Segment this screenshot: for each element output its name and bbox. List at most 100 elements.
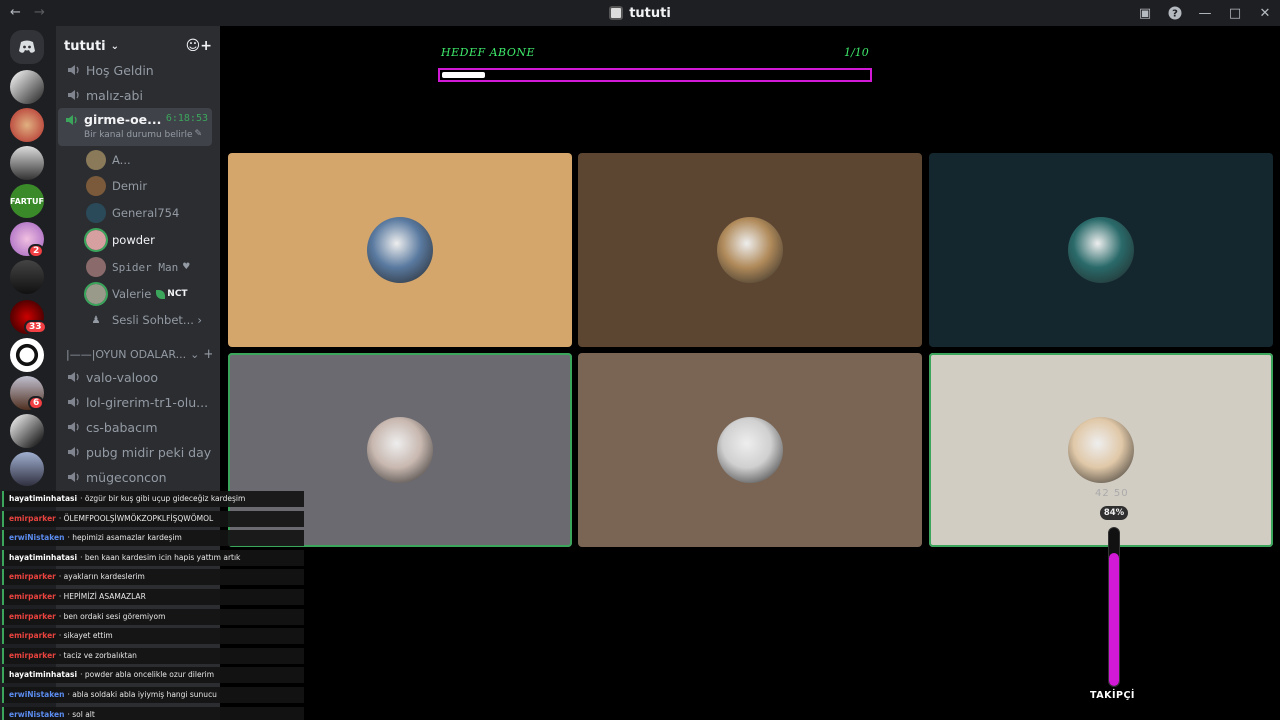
goal-progress-bar: [438, 68, 872, 82]
chat-text: powder abla oncelikle ozur dilerim: [84, 670, 215, 680]
speaker-icon: [68, 90, 79, 100]
server-badge-7: 33: [24, 320, 47, 334]
member-name: Valerie: [112, 287, 152, 301]
title-bar: ← → tututi ▣ ? — □ ✕: [0, 0, 1280, 26]
avatar: [1068, 417, 1134, 483]
window-title-text: tututi: [629, 5, 671, 21]
channel-label: valo-valooo: [86, 369, 159, 385]
chevron-right-icon: ›: [197, 313, 202, 327]
chat-message: emirparker · ayakların kardeslerim: [2, 569, 304, 586]
chat-text: ÖLEMFPOOLŞİWMÖKZOPKLFİŞQWÖMOL: [63, 513, 214, 523]
chat-message: emirparker · HEPİMİZİ ASAMAZLAR: [2, 589, 304, 605]
video-tile[interactable]: [578, 353, 922, 547]
close-icon[interactable]: ✕: [1250, 0, 1280, 26]
voice-channel-game[interactable]: cs-babacım: [60, 415, 212, 439]
voice-member[interactable]: Spider Man ♥: [86, 255, 216, 279]
voice-member[interactable]: powder: [84, 228, 216, 252]
server-badge-9: 6: [28, 396, 45, 410]
chat-username: hayatiminhatasi: [9, 670, 78, 680]
video-tile[interactable]: [228, 153, 572, 347]
maximize-icon[interactable]: □: [1220, 0, 1250, 26]
server-icon-3[interactable]: [10, 146, 44, 180]
voice-member[interactable]: A...: [86, 148, 216, 172]
member-name: powder: [112, 233, 155, 247]
server-icon-8[interactable]: [10, 338, 44, 372]
member-name: Spider Man: [112, 260, 179, 274]
speaker-icon: [68, 472, 79, 482]
member-name: General754: [112, 206, 180, 220]
voice-channel-game[interactable]: lol-girerim-tr1-olu...: [60, 390, 212, 414]
goal-progress-fill: [442, 72, 485, 78]
voice-channel-hos-geldin[interactable]: Hoş Geldin: [60, 58, 212, 82]
window-title: tututi: [0, 0, 1280, 26]
avatar: [717, 417, 783, 483]
minimize-icon[interactable]: —: [1190, 0, 1220, 26]
chat-message: hayatiminhatasi · ben kaan kardesim icin …: [2, 549, 304, 566]
channel-label: lol-girerim-tr1-olu...: [86, 394, 209, 410]
chat-text: sikayet ettim: [63, 631, 113, 641]
video-tile[interactable]: [578, 153, 922, 347]
member-tag: NCT: [167, 289, 188, 299]
speaker-icon: [68, 397, 79, 407]
server-icon-4[interactable]: FARTUF: [10, 184, 44, 218]
speaker-icon: [68, 447, 79, 457]
server-icon-2[interactable]: [10, 108, 44, 142]
channel-label: mügeconcon: [86, 469, 167, 485]
follower-numbers: 42 50: [1095, 488, 1129, 499]
chat-message: emirparker · ÖLEMFPOOLŞİWMÖKZOPKLFİŞQWÖMO…: [2, 510, 304, 527]
add-member-icon[interactable]: ☺+: [186, 38, 212, 54]
follower-label: TAKİPÇİ: [1090, 690, 1135, 701]
heart-icon: ♥: [182, 262, 191, 272]
chat-message: erwiNistaken · sol alt: [2, 706, 304, 720]
server-icon-10[interactable]: [10, 414, 44, 448]
voice-member[interactable]: Valerie NCT: [84, 282, 216, 306]
voice-member[interactable]: Demir: [86, 174, 216, 198]
follower-progress-fill: [1109, 553, 1119, 686]
voice-channel-game[interactable]: pubg midir peki dayı: [60, 440, 212, 464]
voice-channel-active[interactable]: girme-oe... 6:18:53 Bir kanal durumu bel…: [58, 108, 212, 146]
chat-username: emirparker: [9, 513, 56, 523]
server-icon-4-label: FARTUF: [10, 196, 44, 206]
server-icon: [609, 6, 624, 20]
video-tile[interactable]: [929, 153, 1273, 347]
category-oyun-odalari[interactable]: |——|OYUN ODALAR... ⌄ +: [60, 342, 212, 366]
avatar: [1068, 217, 1134, 283]
voice-member[interactable]: General754: [86, 201, 216, 225]
channel-label: malız-abi: [86, 87, 143, 103]
add-channel-icon[interactable]: +: [203, 347, 212, 362]
avatar: [86, 203, 106, 223]
speaker-icon: [68, 422, 79, 432]
home-discord-icon[interactable]: [10, 30, 44, 64]
chat-message: hayatiminhatasi · powder abla oncelikle o…: [2, 667, 304, 684]
voice-channel-game[interactable]: valo-valooo: [60, 365, 212, 389]
back-arrow-icon[interactable]: ←: [10, 6, 24, 20]
server-icon-11[interactable]: [10, 452, 44, 486]
pencil-icon[interactable]: ✎: [194, 129, 202, 139]
avatar: [367, 417, 433, 483]
chat-text: HEPİMİZİ ASAMAZLAR: [63, 592, 146, 601]
more-voice-channels[interactable]: ♟ Sesli Sohbet... ›: [86, 308, 216, 332]
call-timer: 6:18:53: [165, 113, 208, 124]
chat-username: emirparker: [9, 572, 56, 582]
user-icon: ♟: [91, 314, 101, 326]
forward-arrow-icon[interactable]: →: [34, 6, 48, 20]
server-badge-5: 2: [28, 244, 45, 258]
chat-message: emirparker · taciz ve zorbalıktan: [2, 647, 304, 664]
voice-channel-maliz-abi[interactable]: malız-abi: [60, 83, 212, 107]
member-name: A...: [112, 153, 131, 167]
inbox-icon[interactable]: ▣: [1130, 0, 1160, 26]
chat-message: hayatiminhatasi · özgür bir kuş gibi uçup…: [2, 491, 304, 507]
voice-stage: HEDEF ABONE 1/10: [220, 26, 1280, 720]
voice-channel-game[interactable]: mügeconcon: [60, 465, 212, 489]
chat-message: emirparker · sikayet ettim: [2, 628, 304, 645]
svg-text:?: ?: [1172, 9, 1178, 20]
avatar: [717, 217, 783, 283]
chat-text: hepimizi asamazlar kardeşim: [72, 533, 182, 543]
leaf-icon: [156, 289, 166, 299]
server-icon-1[interactable]: [10, 70, 44, 104]
chat-username: erwiNistaken: [9, 690, 65, 699]
help-icon[interactable]: ?: [1160, 0, 1190, 26]
avatar: [86, 257, 106, 277]
server-icon-6[interactable]: [10, 260, 44, 294]
goal-label: HEDEF ABONE: [441, 46, 536, 59]
